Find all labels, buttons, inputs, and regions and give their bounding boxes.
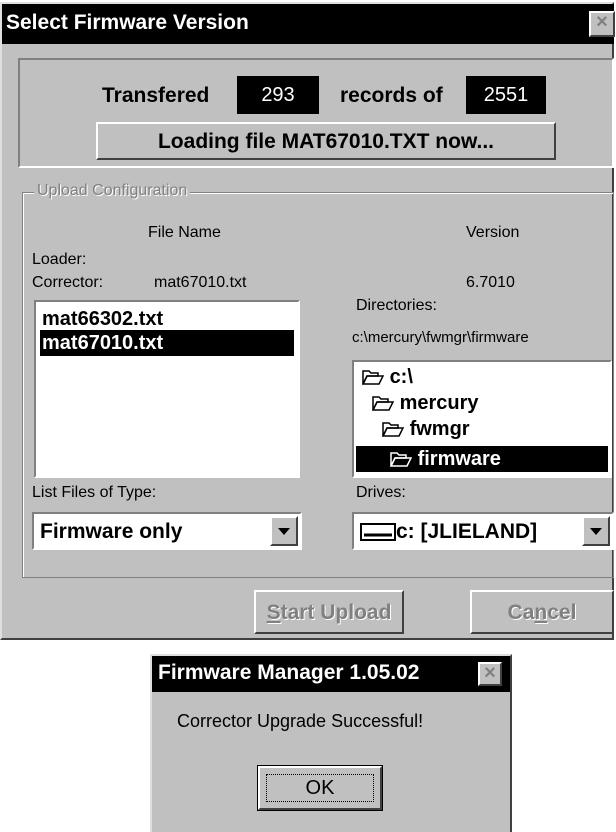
start-upload-button[interactable]: Start Upload — [254, 590, 404, 634]
folder-open-icon — [381, 422, 405, 437]
directory-item-label: c:\ — [389, 366, 413, 388]
drive-value: c: [JLIELAND] — [396, 520, 538, 543]
cancel-button[interactable]: Cancel — [470, 590, 614, 634]
drive-select[interactable]: c: [JLIELAND] — [352, 512, 614, 550]
current-path: c:\mercury\fwmgr\firmware — [352, 329, 529, 346]
corrector-file-value: mat67010.txt — [154, 274, 247, 291]
start-upload-text: tart Upload — [280, 601, 392, 624]
directory-item-firmware-selected[interactable]: firmware — [356, 446, 608, 472]
folder-open-icon — [361, 370, 385, 385]
file-list-item[interactable]: mat66302.txt — [40, 306, 294, 332]
status-message-box: Loading file MAT67010.TXT now... — [96, 122, 556, 160]
drive-icon — [360, 523, 396, 541]
loader-label: Loader: — [32, 251, 87, 268]
file-type-select[interactable]: Firmware only — [32, 512, 302, 550]
cancel-mnemonic: n — [534, 601, 548, 624]
main-window-title: Select Firmware Version — [6, 11, 249, 34]
directory-item-label: fwmgr — [409, 418, 470, 440]
directory-item-label: mercury — [399, 392, 479, 414]
status-message: Loading file MAT67010.TXT now... — [157, 130, 495, 153]
corrector-version-value: 6.7010 — [466, 274, 515, 291]
ok-button[interactable]: OK — [257, 765, 383, 811]
dialog-title-bar[interactable]: Firmware Manager 1.05.02 × — [152, 656, 510, 692]
file-list-item-label: mat67010.txt — [42, 332, 164, 354]
dialog-close-button[interactable]: × — [478, 662, 502, 686]
corrector-label: Corrector: — [32, 274, 104, 291]
folder-open-icon — [371, 396, 395, 411]
upload-config-group-label: Upload Configuration — [34, 182, 191, 200]
records-done-counter: 293 — [237, 76, 319, 114]
records-of-label: records of — [340, 84, 443, 107]
directory-item-fwmgr[interactable]: fwmgr — [380, 416, 606, 442]
transfered-label: Transfered — [102, 84, 210, 107]
dialog-title: Firmware Manager 1.05.02 — [158, 661, 420, 684]
close-icon: × — [484, 662, 496, 684]
directory-item-mercury[interactable]: mercury — [370, 390, 606, 416]
ok-label: OK — [305, 777, 335, 799]
version-column-header: Version — [466, 224, 520, 241]
chevron-down-icon — [278, 528, 290, 535]
folder-open-icon — [389, 452, 413, 467]
main-close-button[interactable]: × — [589, 11, 615, 37]
file-type-dropdown-button[interactable] — [270, 516, 298, 546]
drives-label: Drives: — [356, 484, 406, 501]
directory-list[interactable]: c:\ mercury fwmgr firmware — [352, 360, 612, 478]
cancel-text-a: Ca — [507, 601, 535, 624]
directory-item-root[interactable]: c:\ — [360, 364, 606, 390]
file-list[interactable]: mat66302.txt mat67010.txt — [34, 300, 300, 478]
start-upload-mnemonic: S — [266, 601, 281, 624]
file-name-column-header: File Name — [148, 224, 221, 241]
main-title-bar[interactable]: Select Firmware Version × — [2, 4, 615, 44]
file-list-item-label: mat66302.txt — [42, 308, 164, 330]
directories-label: Directories: — [356, 297, 437, 314]
directory-item-label: firmware — [417, 448, 501, 470]
drive-dropdown-button[interactable] — [582, 516, 610, 546]
cancel-text-b: cel — [547, 601, 577, 624]
dialog-message: Corrector Upgrade Successful! — [177, 711, 424, 731]
cancel-label: Cancel — [472, 601, 612, 625]
file-type-value: Firmware only — [40, 520, 183, 543]
close-icon: × — [596, 11, 608, 33]
chevron-down-icon — [590, 528, 602, 535]
list-files-type-label: List Files of Type: — [32, 484, 157, 501]
records-total-counter: 2551 — [466, 76, 546, 114]
file-list-item-selected[interactable]: mat67010.txt — [40, 330, 294, 356]
start-upload-label: Start Upload — [256, 601, 402, 625]
